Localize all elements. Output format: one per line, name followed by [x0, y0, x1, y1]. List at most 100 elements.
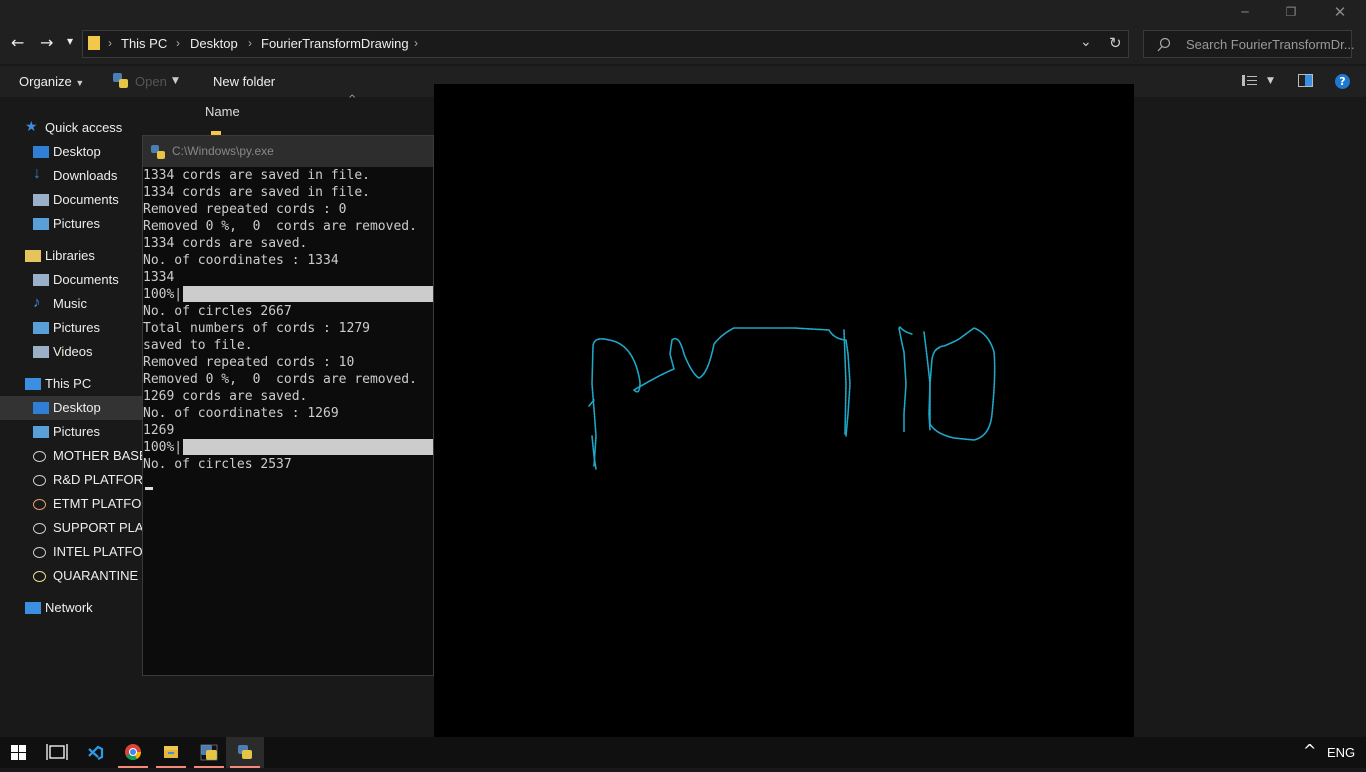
- sidebar-item-label: This PC: [45, 376, 92, 391]
- recent-locations-button[interactable]: ▾: [67, 34, 73, 48]
- drawing-stroke: [591, 327, 851, 467]
- console-window[interactable]: C:\Windows\py.exe 1334 cords are saved i…: [142, 135, 434, 676]
- sidebar-item-label: Documents: [53, 192, 119, 207]
- breadcrumb-separator: ›: [248, 36, 252, 50]
- console-line: No. of circles 2667: [143, 304, 292, 319]
- breadcrumb-current-folder[interactable]: FourierTransformDrawing: [261, 36, 409, 51]
- drawing-stroke: [923, 331, 931, 431]
- computer-icon: [25, 378, 41, 390]
- file-explorer-icon[interactable]: [152, 737, 190, 768]
- document-icon: [33, 194, 49, 206]
- network-icon: [25, 602, 41, 614]
- library-icon: [25, 250, 41, 262]
- console-line: Removed repeated cords : 10: [143, 355, 355, 370]
- sidebar-item-label: MOTHER BASE: [53, 448, 148, 463]
- view-options-icon[interactable]: [1242, 74, 1258, 88]
- organize-label: Organize: [19, 74, 72, 89]
- breadcrumb-this-pc[interactable]: This PC: [121, 36, 167, 51]
- console-line: 1269 cords are saved.: [143, 389, 308, 404]
- drawing-canvas[interactable]: [434, 84, 1134, 737]
- console-line: 1334: [143, 270, 175, 285]
- console-line: 1334 cords are saved in file.: [143, 185, 370, 200]
- tray-chevron-icon[interactable]: ^: [1303, 741, 1316, 760]
- console-line: No. of coordinates : 1269: [143, 406, 339, 421]
- breadcrumb-separator: ›: [414, 36, 418, 50]
- document-icon: [33, 274, 49, 286]
- drive-icon: [33, 523, 46, 534]
- vscode-icon[interactable]: [76, 737, 114, 768]
- breadcrumb-desktop[interactable]: Desktop: [190, 36, 238, 51]
- restore-button[interactable]: ❐: [1268, 0, 1314, 24]
- search-icon: [1157, 37, 1171, 52]
- drawing-stroke: [929, 327, 996, 441]
- search-box[interactable]: Search FourierTransformDr...: [1143, 30, 1355, 58]
- drive-icon: [33, 475, 46, 486]
- open-button[interactable]: Open: [135, 74, 167, 89]
- help-icon[interactable]: ?: [1335, 74, 1350, 89]
- download-icon: ↓: [33, 165, 41, 182]
- chevron-down-icon[interactable]: ▼: [1267, 76, 1274, 86]
- drawing-stroke: [898, 327, 907, 433]
- back-button[interactable]: ←: [11, 33, 24, 52]
- fourier-drawing: [588, 326, 996, 470]
- console-line: Removed repeated cords : 0: [143, 202, 347, 217]
- windows-start-icon[interactable]: [0, 737, 38, 768]
- breadcrumb-separator: ›: [176, 36, 180, 50]
- console-line: No. of coordinates : 1334: [143, 253, 339, 268]
- title-bar: [0, 0, 1366, 24]
- console-line: Removed 0 %, 0 cords are removed.: [143, 372, 417, 387]
- sidebar-item-label: R&D PLATFORM: [53, 472, 154, 487]
- chevron-down-icon[interactable]: ▼: [172, 76, 179, 86]
- desktop-icon: [33, 402, 49, 414]
- sidebar-item-label: Quick access: [45, 120, 123, 135]
- address-dropdown-button[interactable]: ⌄: [1080, 34, 1092, 50]
- console-line: 100%|: [143, 440, 183, 455]
- close-button[interactable]: ✕: [1317, 0, 1363, 24]
- console-cursor: [145, 487, 153, 490]
- video-icon: [33, 346, 49, 358]
- address-bar[interactable]: [82, 30, 1129, 58]
- drawing-stroke: [899, 326, 913, 335]
- sidebar-item-label: Videos: [53, 344, 93, 359]
- refresh-button[interactable]: ↻: [1109, 34, 1122, 52]
- forward-button[interactable]: →: [40, 33, 53, 52]
- progress-bar: [183, 439, 433, 455]
- language-indicator[interactable]: ENG: [1327, 745, 1355, 760]
- console-line: Total numbers of cords : 1279: [143, 321, 370, 336]
- sort-chevron-up-icon: ^: [348, 94, 357, 105]
- chrome-icon[interactable]: [114, 737, 152, 768]
- python-open-icon: [113, 73, 129, 89]
- python-icon[interactable]: [190, 737, 228, 768]
- folder-icon: [88, 36, 100, 50]
- drawing-stroke: [843, 329, 847, 435]
- preview-pane-icon[interactable]: [1298, 74, 1313, 87]
- console-line: 1269: [143, 423, 175, 438]
- console-line: 1334 cords are saved in file.: [143, 168, 370, 183]
- minimize-button[interactable]: ─: [1222, 0, 1268, 24]
- drive-icon: [33, 571, 46, 582]
- organize-button[interactable]: Organize ▼: [19, 74, 84, 89]
- drive-icon: [33, 499, 46, 510]
- picture-icon: [33, 426, 49, 438]
- sidebar-item-label: Downloads: [53, 168, 118, 183]
- python-running-icon[interactable]: [226, 737, 264, 768]
- breadcrumb-separator: ›: [108, 36, 112, 50]
- sidebar-item-label: Network: [45, 600, 93, 615]
- sidebar-item-label: Desktop: [53, 400, 101, 415]
- music-icon: ♪: [33, 294, 41, 311]
- new-folder-button[interactable]: New folder: [213, 74, 275, 89]
- console-title-bar[interactable]: C:\Windows\py.exe: [143, 136, 433, 167]
- console-line: 100%|: [143, 287, 183, 302]
- drive-icon: [33, 547, 46, 558]
- column-header-name[interactable]: Name: [205, 104, 240, 119]
- console-line: No. of circles 2537: [143, 457, 292, 472]
- python-icon: [151, 145, 165, 159]
- picture-icon: [33, 218, 49, 230]
- sidebar-item-label: Documents: [53, 272, 119, 287]
- console-line: 1334 cords are saved.: [143, 236, 308, 251]
- console-title: C:\Windows\py.exe: [172, 144, 274, 158]
- task-view-icon[interactable]: [38, 737, 76, 768]
- sidebar-item-label: Pictures: [53, 424, 100, 439]
- sidebar-item-label: Music: [53, 296, 87, 311]
- star-icon: ★: [25, 118, 38, 134]
